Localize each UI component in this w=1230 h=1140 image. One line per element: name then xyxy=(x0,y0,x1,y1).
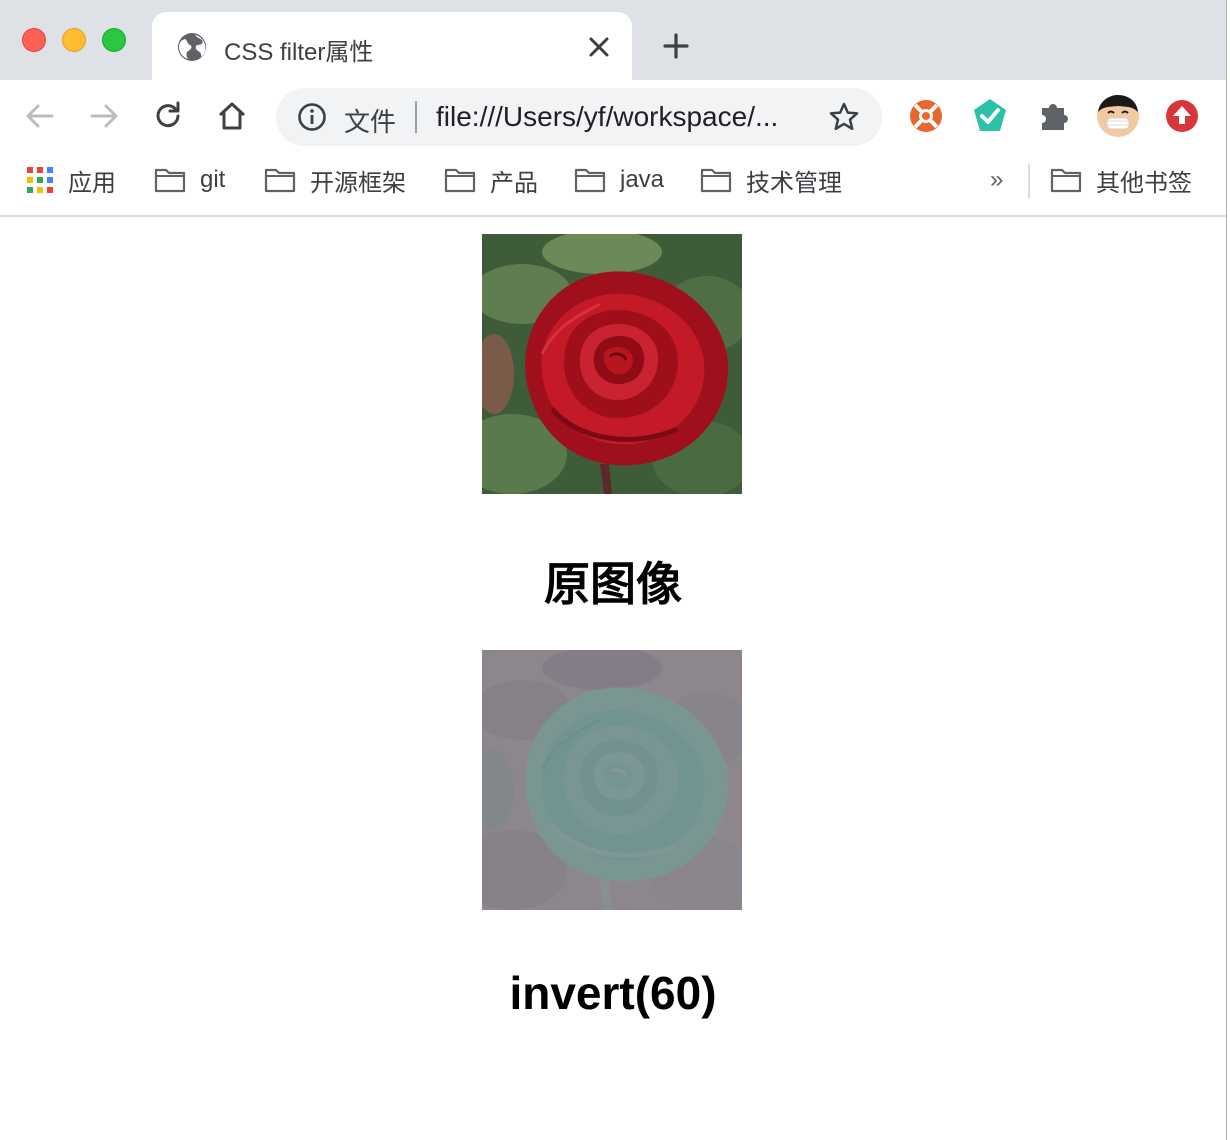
red-upload-icon[interactable] xyxy=(1162,96,1202,136)
page-content: 原图像 invert(60) xyxy=(0,218,1226,1140)
bookmark-folder-git[interactable]: git xyxy=(154,164,225,196)
bookmark-apps-label: 应用 xyxy=(68,169,116,197)
rose-image-inverted xyxy=(482,650,742,910)
omnibox-divider xyxy=(415,101,417,133)
folder-icon xyxy=(444,168,476,193)
active-tab[interactable]: CSS filter属性 xyxy=(152,12,632,80)
bookmark-folder-tech-management[interactable]: 技术管理 xyxy=(700,164,842,197)
home-button[interactable] xyxy=(214,98,250,134)
close-icon[interactable] xyxy=(586,34,612,60)
orange-lifebuoy-icon[interactable] xyxy=(906,96,946,136)
folder-icon xyxy=(154,168,186,193)
bookmarks-bar: 应用 git 开源框架 产品 java 技术管理 » 其他书签 xyxy=(0,152,1228,217)
folder-icon xyxy=(1050,168,1082,193)
reload-button[interactable] xyxy=(150,98,186,134)
new-tab-button[interactable] xyxy=(660,30,692,62)
bookmark-folder-product[interactable]: 产品 xyxy=(444,164,538,197)
browser-toolbar: 文件 file:///Users/yf/workspace/... xyxy=(0,80,1228,152)
teal-check-icon[interactable] xyxy=(970,96,1010,136)
bookmark-label: git xyxy=(200,166,226,193)
folder-icon xyxy=(574,168,606,193)
apps-grid-icon xyxy=(27,167,53,193)
forward-button[interactable] xyxy=(86,98,122,134)
window-maximize-button[interactable] xyxy=(102,28,126,52)
url-text[interactable]: file:///Users/yf/workspace/... xyxy=(436,101,778,133)
puzzle-icon[interactable] xyxy=(1034,96,1074,136)
window-close-button[interactable] xyxy=(22,28,46,52)
bookmarks-overflow-button[interactable]: » xyxy=(990,166,1003,194)
folder-icon xyxy=(264,168,296,193)
bookmark-apps[interactable]: 应用 xyxy=(26,164,116,197)
tab-title: CSS filter属性 xyxy=(224,39,374,66)
bookmark-label: java xyxy=(620,166,665,193)
rose-image-original xyxy=(482,234,742,494)
bookmark-label: 产品 xyxy=(490,169,538,197)
caption-filtered: invert(60) xyxy=(509,967,717,1019)
bookmarks-divider xyxy=(1028,164,1030,198)
globe-icon xyxy=(178,33,206,61)
address-bar[interactable]: 文件 file:///Users/yf/workspace/... xyxy=(276,88,882,146)
bookmark-label: 技术管理 xyxy=(746,169,842,197)
folder-icon xyxy=(700,168,732,193)
star-icon[interactable] xyxy=(828,101,860,133)
window-minimize-button[interactable] xyxy=(62,28,86,52)
rose-image xyxy=(482,650,742,910)
caption-original: 原图像 xyxy=(544,558,682,610)
scheme-label: 文件 xyxy=(344,107,397,137)
bookmark-folder-other[interactable]: 其他书签 xyxy=(1050,164,1192,197)
info-icon[interactable] xyxy=(296,101,328,133)
bookmark-label: 开源框架 xyxy=(310,169,406,197)
avatar[interactable] xyxy=(1096,94,1140,138)
back-button[interactable] xyxy=(22,98,58,134)
bookmark-label: 其他书签 xyxy=(1096,169,1192,197)
window-edge xyxy=(1226,0,1230,1140)
bookmark-folder-open-source[interactable]: 开源框架 xyxy=(264,164,406,197)
bookmark-folder-java[interactable]: java xyxy=(574,164,664,196)
rose-image xyxy=(482,234,742,494)
tab-strip: CSS filter属性 xyxy=(0,0,1228,80)
